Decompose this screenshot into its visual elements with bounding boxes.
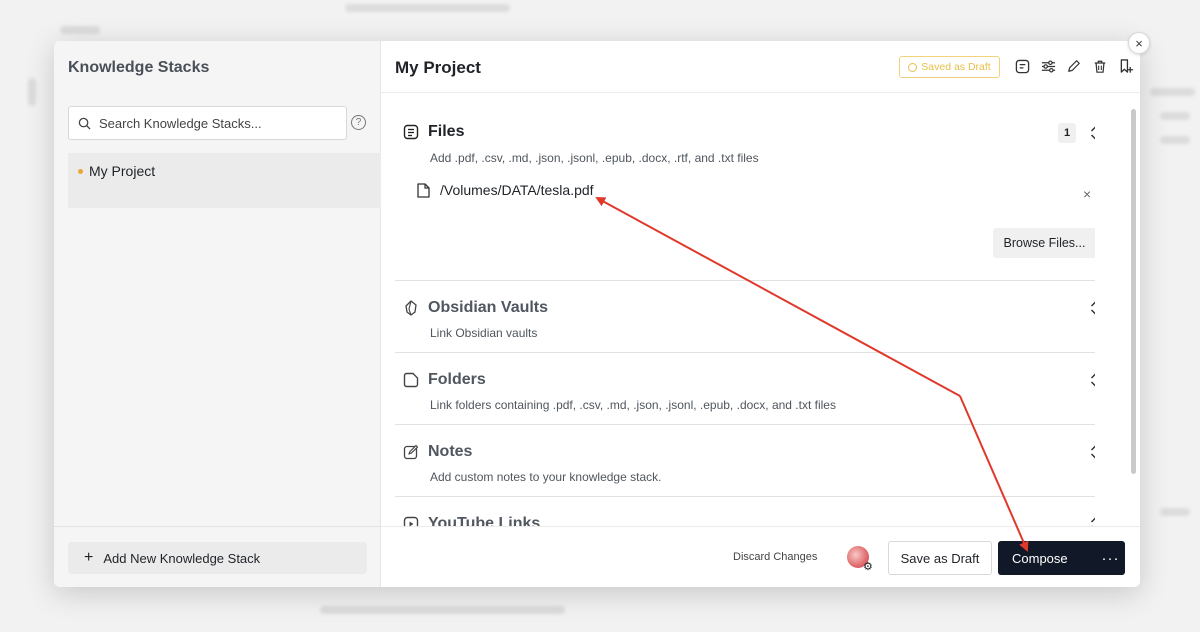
- help-icon[interactable]: ?: [351, 115, 366, 130]
- system-prompt-icon[interactable]: [1013, 56, 1031, 76]
- main-header: My Project Saved as Draft: [381, 41, 1140, 93]
- files-expand-icon[interactable]: [1088, 125, 1095, 141]
- section-files-title: Files: [428, 123, 465, 140]
- sidebar: Knowledge Stacks ? My Project + Add New …: [54, 41, 381, 587]
- files-count-badge: 1: [1058, 123, 1076, 143]
- browse-files-button[interactable]: Browse Files...: [993, 228, 1095, 258]
- section-folders-title: Folders: [428, 371, 486, 388]
- remove-file-icon[interactable]: ×: [1083, 186, 1091, 202]
- unsaved-dot-icon: [78, 169, 83, 174]
- search-box[interactable]: [68, 106, 347, 140]
- save-as-draft-button[interactable]: Save as Draft: [888, 541, 992, 575]
- section-notes-title: Notes: [428, 443, 473, 460]
- bookmark-add-icon[interactable]: [1117, 56, 1135, 76]
- background-blur: [60, 26, 100, 34]
- file-item: /Volumes/DATA/tesla.pdf: [417, 182, 594, 198]
- sidebar-item-label: My Project: [89, 163, 156, 179]
- youtube-expand-icon[interactable]: [1088, 516, 1095, 526]
- file-icon: [417, 182, 430, 198]
- background-blur: [1160, 112, 1190, 120]
- trash-icon[interactable]: [1091, 56, 1109, 76]
- sources-list[interactable]: Files Add .pdf, .csv, .md, .json, .jsonl…: [395, 93, 1095, 526]
- notes-icon: [403, 444, 419, 460]
- add-knowledge-stack-button[interactable]: + Add New Knowledge Stack: [68, 542, 367, 574]
- background-blur: [345, 4, 510, 12]
- project-title: My Project: [395, 58, 481, 77]
- file-path: /Volumes/DATA/tesla.pdf: [440, 182, 594, 198]
- background-blur: [1150, 88, 1195, 96]
- section-files-description: Add .pdf, .csv, .md, .json, .jsonl, .epu…: [430, 151, 759, 165]
- section-youtube-title: YouTube Links: [428, 515, 541, 526]
- background-blur: [1160, 508, 1190, 516]
- main-footer: Discard Changes ⚙ Save as Draft Compose …: [381, 526, 1140, 587]
- obsidian-icon: [403, 300, 419, 316]
- background-blur: [320, 606, 565, 614]
- section-folders-description: Link folders containing .pdf, .csv, .md,…: [430, 398, 836, 412]
- compose-label: Compose: [1012, 550, 1068, 566]
- section-obsidian-header[interactable]: Obsidian Vaults: [403, 299, 548, 317]
- section-obsidian-vaults: Obsidian Vaults Link Obsidian vaults: [395, 281, 1095, 353]
- draft-status-icon: [908, 62, 918, 72]
- sidebar-title: Knowledge Stacks: [68, 59, 210, 76]
- add-knowledge-stack-label: Add New Knowledge Stack: [103, 550, 261, 566]
- youtube-icon: [403, 516, 419, 526]
- background-blur: [28, 78, 36, 106]
- status-badge: Saved as Draft: [899, 56, 1000, 78]
- scrollbar[interactable]: [1131, 109, 1136, 474]
- header-toolbar: [1013, 56, 1135, 76]
- gear-icon[interactable]: ⚙: [863, 560, 873, 573]
- section-files-header[interactable]: Files: [403, 123, 464, 141]
- section-notes-description: Add custom notes to your knowledge stack…: [430, 470, 662, 484]
- folders-expand-icon[interactable]: [1088, 372, 1095, 388]
- section-notes-header[interactable]: Notes: [403, 443, 472, 461]
- section-youtube-links: YouTube Links: [395, 497, 1095, 526]
- section-obsidian-title: Obsidian Vaults: [428, 299, 549, 316]
- knowledge-stacks-modal: Knowledge Stacks ? My Project + Add New …: [54, 41, 1140, 587]
- files-icon: [403, 124, 419, 140]
- main-panel: My Project Saved as Draft Files Add .pdf…: [381, 41, 1140, 587]
- edit-pencil-icon[interactable]: [1065, 56, 1083, 76]
- section-notes: Notes Add custom notes to your knowledge…: [395, 425, 1095, 497]
- search-icon: [78, 117, 91, 130]
- sidebar-footer: + Add New Knowledge Stack: [54, 526, 381, 587]
- settings-sliders-icon[interactable]: [1039, 56, 1057, 76]
- section-youtube-header[interactable]: YouTube Links: [403, 515, 540, 526]
- background-blur: [1160, 136, 1190, 144]
- plus-icon: +: [84, 549, 94, 566]
- close-icon[interactable]: ×: [1128, 32, 1150, 54]
- search-input[interactable]: [99, 115, 329, 131]
- obsidian-expand-icon[interactable]: [1088, 300, 1095, 316]
- more-options-icon[interactable]: ···: [1096, 541, 1125, 575]
- status-badge-label: Saved as Draft: [921, 61, 991, 73]
- folder-icon: [403, 372, 419, 388]
- discard-changes-button[interactable]: Discard Changes: [733, 551, 817, 563]
- section-folders: Folders Link folders containing .pdf, .c…: [395, 353, 1095, 425]
- section-obsidian-description: Link Obsidian vaults: [430, 326, 538, 340]
- sidebar-item-my-project[interactable]: My Project: [68, 153, 381, 208]
- section-files: Files Add .pdf, .csv, .md, .json, .jsonl…: [395, 93, 1095, 281]
- section-folders-header[interactable]: Folders: [403, 371, 486, 389]
- notes-expand-icon[interactable]: [1088, 444, 1095, 460]
